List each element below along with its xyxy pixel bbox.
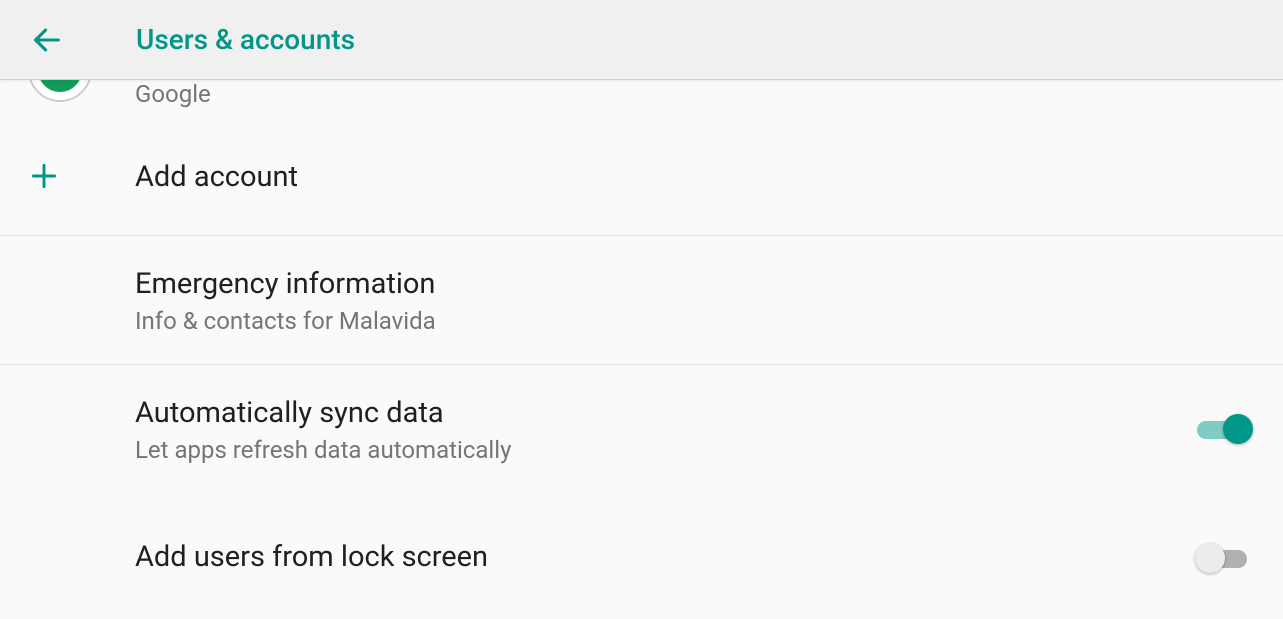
auto-sync-item[interactable]: Automatically sync data Let apps refresh… <box>0 365 1283 493</box>
add-users-lock-screen-item[interactable]: Add users from lock screen <box>0 493 1283 593</box>
back-arrow-icon[interactable] <box>30 23 64 57</box>
account-item-label: Google <box>135 80 1263 108</box>
page-title: Users & accounts <box>136 23 355 56</box>
account-item-google[interactable]: Google <box>0 80 1283 120</box>
settings-list: Google Add account Emergency information… <box>0 80 1283 593</box>
google-avatar-icon <box>28 80 92 102</box>
plus-icon <box>28 160 60 196</box>
add-account-label: Add account <box>135 158 1263 197</box>
auto-sync-title: Automatically sync data <box>135 394 1177 433</box>
emergency-title: Emergency information <box>135 265 1263 304</box>
emergency-information-item[interactable]: Emergency information Info & contacts fo… <box>0 236 1283 364</box>
add-account-button[interactable]: Add account <box>0 120 1283 235</box>
auto-sync-subtitle: Let apps refresh data automatically <box>135 436 1177 464</box>
app-header: Users & accounts <box>0 0 1283 80</box>
lock-screen-users-toggle[interactable] <box>1197 543 1249 573</box>
emergency-subtitle: Info & contacts for Malavida <box>135 307 1263 335</box>
auto-sync-toggle[interactable] <box>1197 414 1249 444</box>
lock-screen-users-title: Add users from lock screen <box>135 538 1177 577</box>
